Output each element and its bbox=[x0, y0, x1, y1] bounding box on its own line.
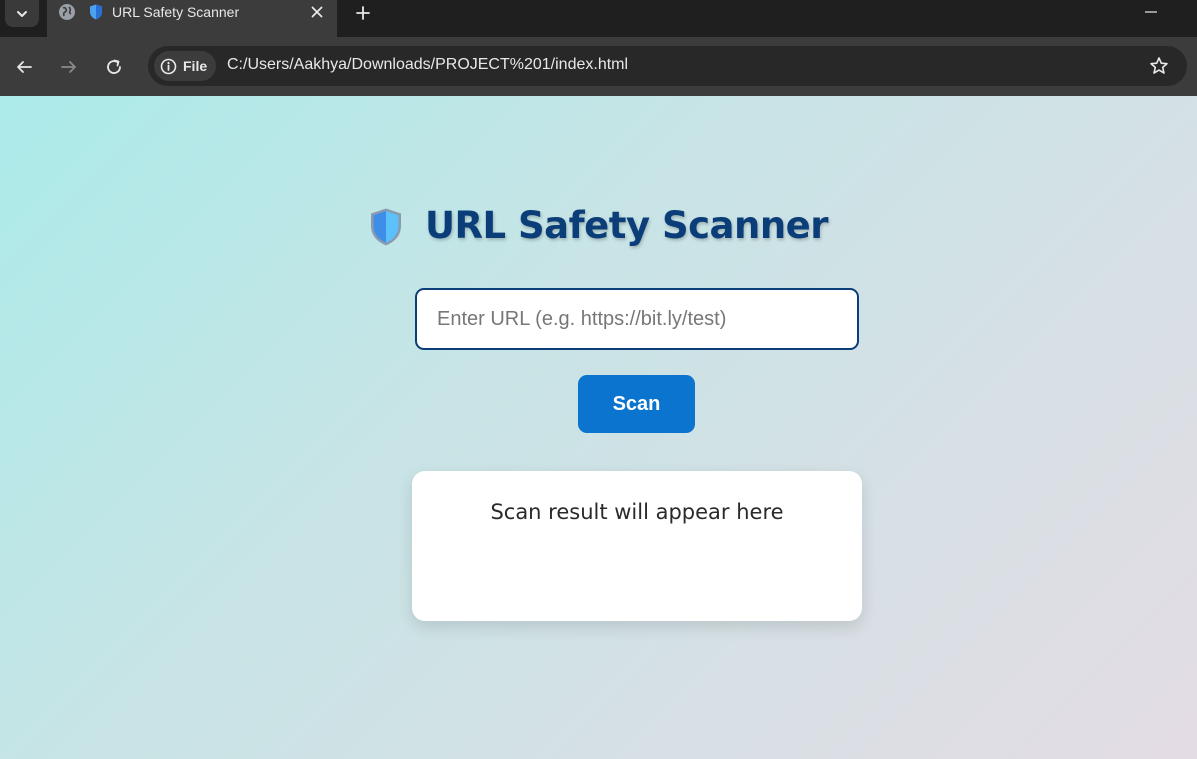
tab-strip: URL Safety Scanner bbox=[0, 0, 1197, 37]
reload-button[interactable] bbox=[100, 53, 128, 81]
tab-title: URL Safety Scanner bbox=[112, 4, 240, 20]
forward-button[interactable] bbox=[55, 53, 83, 81]
reload-icon bbox=[107, 59, 121, 74]
url-text: C:/Users/Aakhya/Downloads/PROJECT%201/in… bbox=[227, 56, 629, 73]
arrow-right-icon bbox=[61, 61, 76, 73]
result-panel: Scan result will appear here bbox=[412, 471, 862, 621]
tab-close-button[interactable] bbox=[308, 3, 326, 21]
result-text: Scan result will appear here bbox=[490, 500, 784, 524]
globe-icon bbox=[59, 4, 75, 20]
new-tab-button[interactable] bbox=[352, 2, 374, 24]
scan-button[interactable]: Scan bbox=[578, 375, 695, 433]
arrow-left-icon bbox=[17, 61, 32, 73]
tab-search-button[interactable] bbox=[5, 0, 39, 27]
minimize-button[interactable] bbox=[1140, 2, 1162, 22]
site-info-chip[interactable]: File bbox=[154, 51, 216, 81]
page-viewport: URL Safety Scanner Scan Scan result will… bbox=[0, 96, 1197, 759]
url-input[interactable] bbox=[415, 288, 859, 350]
page-title: URL Safety Scanner bbox=[424, 204, 829, 247]
info-icon bbox=[160, 58, 177, 74]
close-icon bbox=[311, 6, 323, 18]
shield-icon bbox=[90, 4, 102, 20]
address-bar[interactable]: File C:/Users/Aakhya/Downloads/PROJECT%2… bbox=[148, 46, 1187, 86]
site-info-label: File bbox=[183, 58, 208, 74]
plus-icon bbox=[356, 6, 370, 20]
minimize-icon bbox=[1145, 11, 1157, 13]
star-icon bbox=[1150, 57, 1168, 74]
chevron-down-icon bbox=[17, 10, 27, 17]
bookmark-button[interactable] bbox=[1148, 55, 1170, 77]
browser-tab[interactable]: URL Safety Scanner bbox=[47, 0, 337, 37]
page-header: URL Safety Scanner bbox=[0, 204, 1197, 247]
shield-icon bbox=[370, 208, 401, 245]
browser-toolbar: File C:/Users/Aakhya/Downloads/PROJECT%2… bbox=[0, 37, 1197, 96]
back-button[interactable] bbox=[10, 53, 38, 81]
